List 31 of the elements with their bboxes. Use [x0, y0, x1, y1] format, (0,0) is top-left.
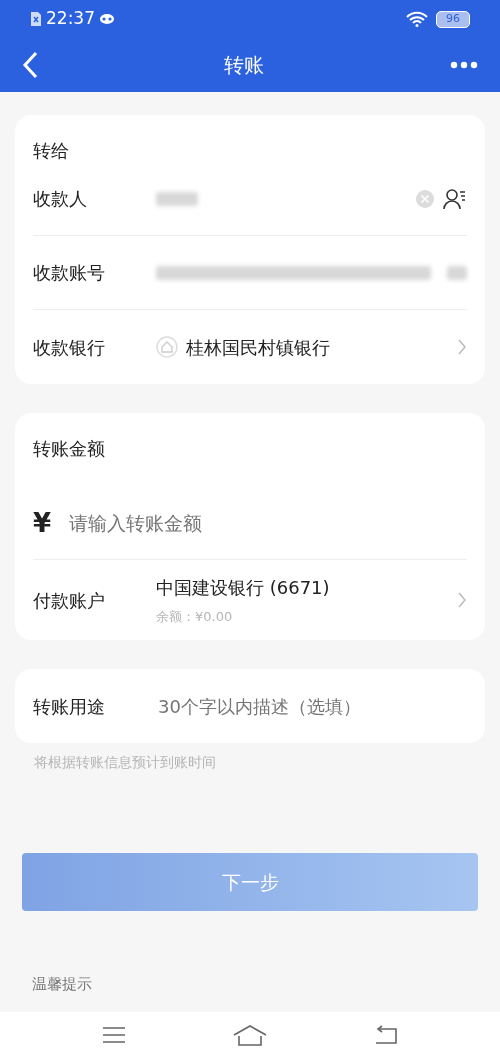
home-icon[interactable]	[233, 1024, 267, 1046]
hint-text: 将根据转账信息预计到账时间	[34, 753, 217, 772]
currency-symbol: ¥	[33, 507, 52, 540]
redacted-value	[446, 265, 467, 280]
more-icon[interactable]	[450, 61, 478, 69]
redacted-value	[156, 191, 198, 206]
field-label: 付款账户	[33, 588, 106, 613]
status-time: 22:37	[46, 7, 95, 31]
mask-icon	[99, 13, 115, 25]
balance-text: 余额：¥0.00	[156, 607, 234, 626]
field-label: 收款银行	[33, 335, 106, 360]
contacts-icon[interactable]	[443, 187, 467, 210]
back-nav-icon[interactable]	[374, 1025, 399, 1045]
bank-logo-icon	[156, 336, 178, 358]
tips-title: 温馨提示	[32, 974, 93, 995]
section-title: 转账金额	[32, 437, 106, 461]
section-title: 转给	[32, 139, 70, 163]
battery-indicator: 96	[436, 10, 470, 28]
sim-card-icon	[30, 11, 42, 27]
back-icon[interactable]	[22, 51, 38, 79]
field-label: 转账用途	[33, 694, 106, 719]
purpose-input[interactable]: 30个字以内描述（选填）	[156, 691, 467, 721]
payer-account[interactable]: 中国建设银行 (6671)	[156, 573, 457, 601]
bank-name: 桂林国民村镇银行	[186, 335, 331, 360]
amount-input[interactable]: 请输入转账金额	[67, 508, 467, 539]
wifi-icon	[406, 11, 428, 27]
page-title: 转账	[224, 52, 264, 79]
field-label: 收款人	[33, 187, 88, 211]
menu-icon[interactable]	[101, 1026, 126, 1044]
field-label: 收款账号	[33, 261, 106, 285]
purpose-field[interactable]: 转账用途 30个字以内描述（选填）	[15, 669, 485, 743]
